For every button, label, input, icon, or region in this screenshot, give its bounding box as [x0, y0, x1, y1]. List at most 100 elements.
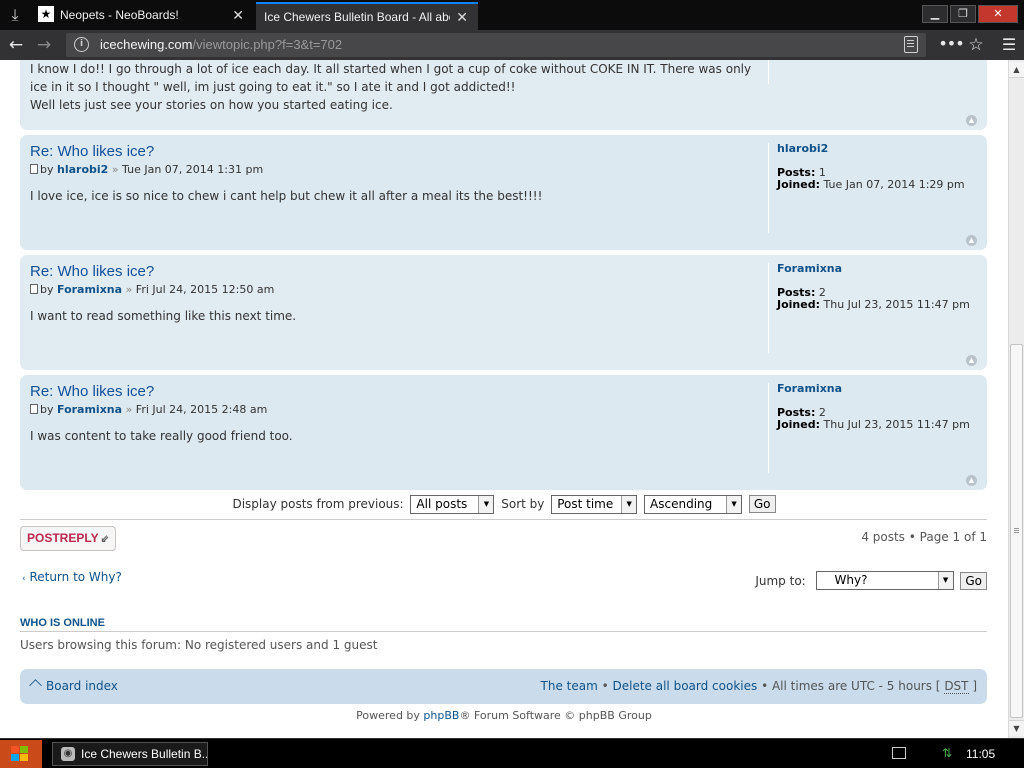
- keyboard-icon[interactable]: [892, 747, 906, 759]
- tab-ice-chewers[interactable]: Ice Chewers Bulletin Board - All about c…: [256, 2, 478, 30]
- profile-username-link[interactable]: Foramixna: [777, 263, 974, 275]
- display-posts-label: Display posts from previous:: [232, 497, 404, 511]
- reader-view-icon[interactable]: [904, 36, 918, 53]
- browser-tab-bar: ⤓ ★ Neopets - NeoBoards! ✕ Ice Chewers B…: [0, 0, 1024, 30]
- page-actions-icon[interactable]: •••: [938, 30, 964, 60]
- post-profile: [768, 60, 974, 84]
- post-profile: hlarobi2 Posts: 1 Joined: Tue Jan 07, 20…: [768, 143, 974, 233]
- browser-nav-bar: ← → i icechewing.com/viewtopic.php?f=3&t…: [0, 30, 1024, 60]
- tab-neopets[interactable]: ★ Neopets - NeoBoards! ✕: [32, 2, 254, 30]
- post: Re: Who likes ice? by Foramixna » Fri Ju…: [20, 375, 987, 490]
- tab-close-icon[interactable]: ✕: [456, 4, 468, 30]
- post-meta: by Foramixna » Fri Jul 24, 2015 2:48 am: [30, 402, 764, 418]
- post-date: Tue Jan 07, 2014 1:31 pm: [122, 163, 264, 176]
- chevron-down-icon: ▼: [621, 495, 637, 513]
- window-controls: ▁ ❐ ✕: [920, 5, 1018, 23]
- vertical-scrollbar[interactable]: ▲ ▼: [1008, 60, 1024, 738]
- url-bar[interactable]: i icechewing.com/viewtopic.php?f=3&t=702: [66, 33, 926, 57]
- display-go-button[interactable]: Go: [748, 495, 776, 513]
- windows-logo-icon: [11, 746, 29, 762]
- taskbar-clock[interactable]: 11:05 AM: [966, 739, 1014, 768]
- board-index-link[interactable]: Board index: [29, 669, 118, 704]
- sort-order-select[interactable]: Ascending ▼: [644, 494, 743, 514]
- post: Re: Who likes ice? by hlarobi2 » Tue Jan…: [20, 135, 987, 250]
- sort-by-select[interactable]: Post time ▼: [551, 494, 638, 514]
- reply-arrow-icon: ⇙: [100, 534, 109, 545]
- tab-title: Neopets - NeoBoards!: [60, 8, 179, 22]
- profile-username-link[interactable]: hlarobi2: [777, 143, 974, 155]
- forward-arrow-icon[interactable]: →: [30, 30, 58, 60]
- post-content: I was content to take really good friend…: [30, 429, 293, 443]
- post-meta: by hlarobi2 » Tue Jan 07, 2014 1:31 pm: [30, 162, 764, 178]
- jump-to-label: Jump to:: [755, 573, 806, 588]
- start-button[interactable]: [0, 740, 42, 768]
- window-close-button[interactable]: ✕: [978, 5, 1018, 23]
- return-to-forum-link[interactable]: ‹ Return to Why?: [22, 570, 122, 584]
- post-author-link[interactable]: Foramixna: [57, 403, 122, 416]
- bookmark-star-icon[interactable]: ☆: [964, 30, 988, 60]
- chevron-down-icon: ▼: [726, 495, 742, 513]
- sort-by-label: Sort by: [501, 497, 545, 511]
- network-icon[interactable]: ⇅: [942, 745, 956, 761]
- scroll-up-arrow-icon[interactable]: ▲: [1009, 62, 1024, 78]
- post-title[interactable]: Re: Who likes ice?: [30, 383, 764, 401]
- timezone-text: All times are UTC - 5 hours [ DST ]: [771, 679, 977, 694]
- taskbar-browser-button[interactable]: ◉ Ice Chewers Bulletin B...: [52, 742, 208, 766]
- windows-taskbar: ◉ Ice Chewers Bulletin B... ⇅ 11:05 AM: [0, 738, 1024, 768]
- display-options: Display posts from previous: All posts ▼ …: [0, 494, 1008, 516]
- post-profile: Foramixna Posts: 2 Joined: Thu Jul 23, 2…: [768, 383, 974, 473]
- post-date: Fri Jul 24, 2015 2:48 am: [135, 403, 268, 416]
- phpbb-link[interactable]: phpBB: [423, 709, 459, 722]
- back-to-top-icon[interactable]: ▲: [966, 235, 977, 246]
- post-icon[interactable]: [30, 164, 38, 174]
- the-team-link[interactable]: The team: [541, 679, 598, 693]
- who-is-online-heading: WHO IS ONLINE: [20, 617, 987, 632]
- url-text[interactable]: icechewing.com/viewtopic.php?f=3&t=702: [100, 33, 342, 57]
- site-info-icon[interactable]: i: [74, 37, 89, 52]
- profile-joined-date: Thu Jul 23, 2015 11:47 pm: [823, 418, 970, 431]
- scrollbar-thumb[interactable]: [1010, 344, 1023, 718]
- post-author-link[interactable]: Foramixna: [57, 283, 122, 296]
- profile-username-link[interactable]: Foramixna: [777, 383, 974, 395]
- back-to-top-icon[interactable]: ▲: [966, 115, 977, 126]
- post-author-link[interactable]: hlarobi2: [57, 163, 108, 176]
- minimize-button[interactable]: ▁: [922, 5, 948, 23]
- post-content: I want to read something like this next …: [30, 309, 297, 323]
- footer-links: The team • Delete all board cookies • Al…: [540, 679, 977, 694]
- delete-cookies-link[interactable]: Delete all board cookies: [613, 679, 758, 693]
- restore-button[interactable]: ❐: [950, 5, 976, 23]
- post-meta: by Foramixna » Fri Jul 24, 2015 12:50 am: [30, 282, 764, 298]
- footer-navbar: Board index The team • Delete all board …: [20, 669, 987, 704]
- post-title[interactable]: Re: Who likes ice?: [30, 143, 764, 161]
- jump-box: Jump to: Why? ▼ Go: [755, 571, 987, 590]
- neopets-star-icon: ★: [38, 6, 54, 22]
- profile-joined-date: Thu Jul 23, 2015 11:47 pm: [823, 298, 970, 311]
- post-content: I love ice, ice is so nice to chew i can…: [30, 189, 543, 203]
- home-icon: [29, 679, 42, 692]
- back-to-top-icon[interactable]: ▲: [966, 475, 977, 486]
- tab-title: Ice Chewers Bulletin Board - All about c: [264, 10, 450, 24]
- post-reply-button[interactable]: POSTREPLY ⇙: [20, 526, 116, 551]
- profile-joined-date: Tue Jan 07, 2014 1:29 pm: [823, 178, 965, 191]
- hamburger-menu-icon[interactable]: ☰: [996, 30, 1022, 60]
- chevron-left-icon: ‹: [22, 574, 26, 584]
- post-icon[interactable]: [30, 404, 38, 414]
- total-pages: 1: [979, 530, 987, 544]
- post-title[interactable]: Re: Who likes ice?: [30, 263, 764, 281]
- pagination: 4 posts • Page 1 of 1: [861, 530, 987, 544]
- divider: [20, 519, 987, 520]
- download-icon[interactable]: ⤓: [0, 0, 30, 30]
- tab-close-icon[interactable]: ✕: [232, 2, 244, 28]
- display-posts-select[interactable]: All posts ▼: [410, 494, 495, 514]
- post-content: I know I do!! I go through a lot of ice …: [30, 62, 752, 112]
- jump-to-select[interactable]: Why? ▼: [815, 571, 954, 590]
- chevron-down-icon: ▼: [478, 495, 494, 513]
- current-page: 1: [952, 530, 961, 544]
- users-browsing-text: Users browsing this forum: No registered…: [20, 638, 378, 652]
- back-to-top-icon[interactable]: ▲: [966, 355, 977, 366]
- scroll-down-arrow-icon[interactable]: ▼: [1009, 720, 1024, 736]
- post-icon[interactable]: [30, 284, 38, 294]
- back-arrow-icon[interactable]: ←: [2, 30, 30, 60]
- jump-go-button[interactable]: Go: [960, 571, 987, 590]
- chevron-down-icon: ▼: [937, 572, 953, 589]
